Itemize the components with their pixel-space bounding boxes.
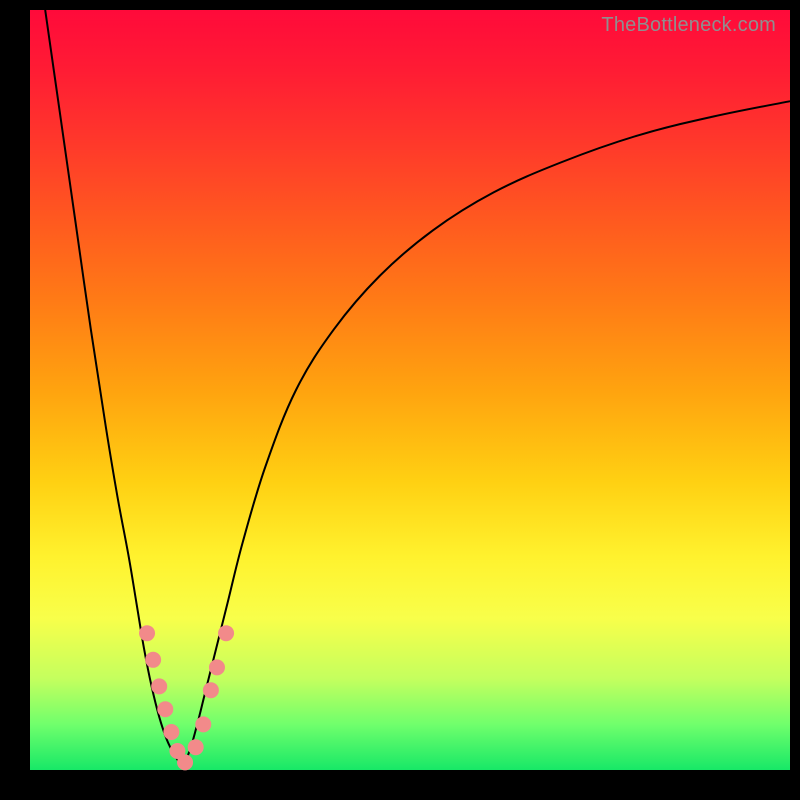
data-marker — [151, 678, 167, 694]
data-marker — [157, 701, 173, 717]
data-marker — [218, 625, 234, 641]
data-marker — [209, 659, 225, 675]
chart-frame: TheBottleneck.com — [0, 0, 800, 800]
curve-canvas — [30, 10, 790, 770]
data-marker — [195, 716, 211, 732]
data-marker — [203, 682, 219, 698]
data-marker — [177, 754, 193, 770]
data-marker — [139, 625, 155, 641]
data-marker — [145, 652, 161, 668]
plot-area: TheBottleneck.com — [30, 10, 790, 770]
curve-right-branch — [182, 101, 790, 766]
curve-left-branch — [45, 10, 182, 766]
data-marker — [188, 739, 204, 755]
data-marker — [163, 724, 179, 740]
